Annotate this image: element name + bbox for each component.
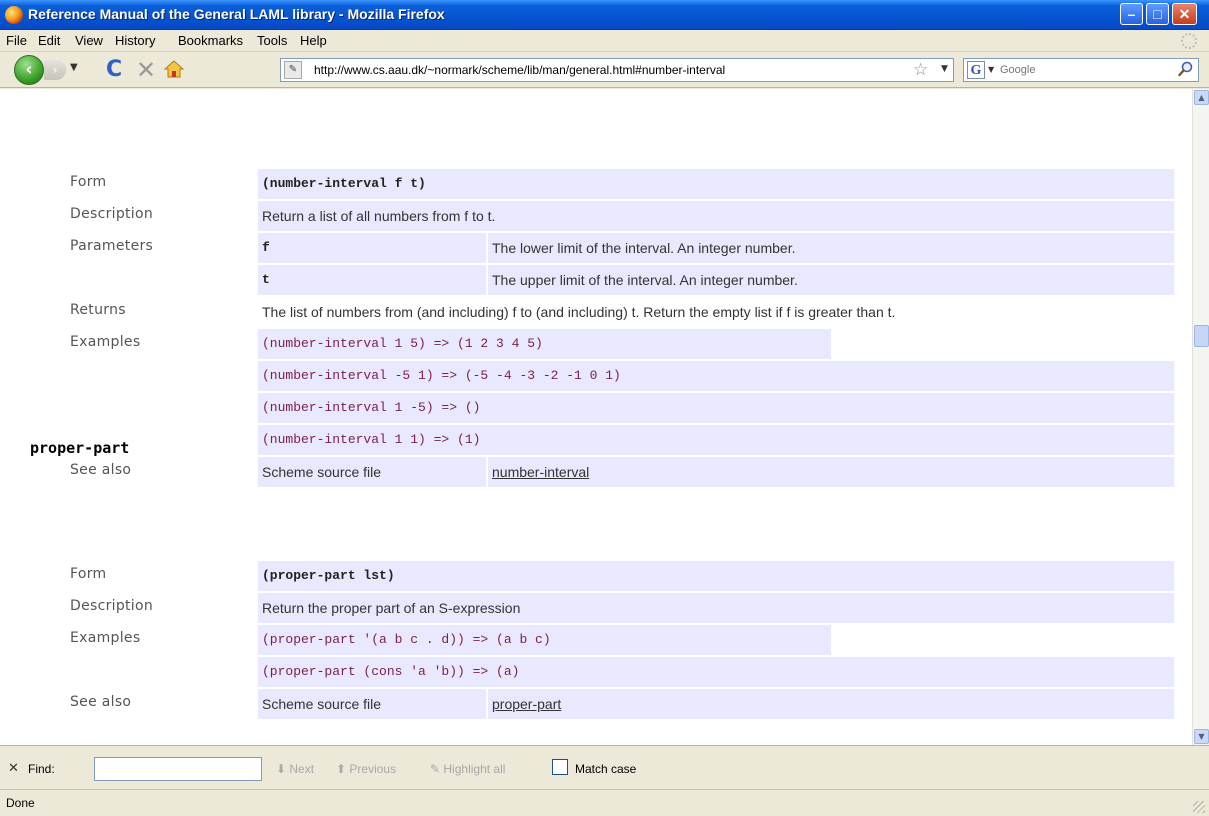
down-arrow-icon: ⬇ (276, 762, 290, 776)
example-cell: (number-interval 1 -5) => () (258, 393, 1174, 423)
back-arrow-icon: ‹ (25, 59, 33, 80)
scroll-down-icon[interactable]: ▼ (1194, 729, 1209, 744)
menu-edit[interactable]: Edit (38, 33, 60, 48)
menu-file[interactable]: File (6, 33, 27, 48)
menu-history[interactable]: History (115, 33, 155, 48)
search-bar[interactable]: G ▼ (963, 58, 1199, 82)
back-button[interactable]: ‹ (14, 55, 44, 85)
highlighter-icon: ✎ (430, 762, 444, 776)
minimize-button[interactable]: – (1120, 3, 1143, 25)
entry-title-proper-part: proper-part (30, 439, 130, 457)
label-returns: Returns (70, 302, 126, 318)
forward-arrow-icon: › (52, 63, 58, 77)
find-next-button[interactable]: ⬇ Next (276, 762, 314, 776)
maximize-button[interactable]: □ (1146, 3, 1169, 25)
example-cell: (number-interval 1 5) => (1 2 3 4 5) (258, 329, 831, 359)
highlight-all-label: Highlight all (443, 762, 506, 776)
navigation-toolbar: ‹ › ▼ C ✕ ✎ http://www.cs.aau.dk/~normar… (0, 52, 1209, 88)
window-title-bar[interactable]: Reference Manual of the General LAML lib… (0, 0, 1209, 30)
label-examples: Examples (70, 630, 141, 646)
window-title: Reference Manual of the General LAML lib… (28, 6, 445, 22)
see-also-link-cell: number-interval (488, 457, 1174, 487)
find-previous-label: Previous (349, 762, 397, 776)
menu-bar: File Edit View History Bookmarks Tools H… (0, 30, 1209, 52)
menu-tools[interactable]: Tools (257, 33, 287, 48)
page-content: number-interval Form (number-interval f … (0, 89, 1192, 745)
label-description: Description (70, 598, 154, 614)
param-name-cell: t (258, 265, 486, 295)
see-also-link-cell: proper-part (488, 689, 1174, 719)
close-window-button[interactable]: ✕ (1172, 3, 1197, 25)
find-label: Find: (28, 762, 55, 776)
find-previous-button[interactable]: ⬆ Previous (336, 762, 396, 776)
stop-icon[interactable]: ✕ (136, 56, 156, 84)
highlight-all-button[interactable]: ✎ Highlight all (430, 762, 505, 776)
param-desc-cell: The upper limit of the interval. An inte… (488, 265, 1174, 295)
menu-bookmarks[interactable]: Bookmarks (178, 33, 243, 48)
label-parameters: Parameters (70, 238, 154, 254)
label-examples: Examples (70, 334, 141, 350)
history-dropdown-icon[interactable]: ▼ (70, 62, 78, 73)
scroll-up-icon[interactable]: ▲ (1194, 90, 1209, 105)
form-cell: (proper-part lst) (258, 561, 1174, 591)
google-engine-icon[interactable]: G (967, 61, 985, 79)
resize-grip-icon[interactable] (1193, 801, 1205, 813)
engine-dropdown-icon[interactable]: ▼ (988, 65, 994, 74)
label-form: Form (70, 174, 107, 190)
param-desc-cell: The lower limit of the interval. An inte… (488, 233, 1174, 263)
example-cell: (proper-part (cons 'a 'b)) => (a) (258, 657, 1174, 687)
label-see-also: See also (70, 694, 132, 710)
find-input[interactable] (94, 757, 262, 781)
param-name-cell: f (258, 233, 486, 263)
status-bar: Done (0, 789, 1209, 816)
search-input[interactable] (1000, 62, 1160, 78)
label-description: Description (70, 206, 154, 222)
scroll-thumb[interactable] (1194, 325, 1209, 347)
form-cell: (number-interval f t) (258, 169, 1174, 199)
menu-view[interactable]: View (75, 33, 103, 48)
url-dropdown-icon[interactable]: ▼ (941, 64, 948, 74)
label-form: Form (70, 566, 107, 582)
find-bar: ✕ Find: ⬇ Next ⬆ Previous ✎ Highlight al… (0, 745, 1209, 789)
home-icon[interactable] (164, 60, 184, 78)
menu-help[interactable]: Help (300, 33, 327, 48)
bookmark-star-icon[interactable]: ☆ (913, 60, 928, 80)
example-cell: (proper-part '(a b c . d)) => (a b c) (258, 625, 831, 655)
find-next-label: Next (289, 762, 315, 776)
site-identity-icon[interactable]: ✎ (284, 61, 302, 79)
label-see-also: See also (70, 462, 132, 478)
vertical-scrollbar[interactable]: ▲ ▼ (1192, 89, 1209, 745)
url-bar[interactable]: ✎ http://www.cs.aau.dk/~normark/scheme/l… (280, 58, 954, 82)
see-also-kind-cell: Scheme source file (258, 457, 486, 487)
see-also-kind-cell: Scheme source file (258, 689, 486, 719)
forward-button[interactable]: › (44, 60, 66, 80)
status-text: Done (6, 796, 35, 810)
example-cell: (number-interval 1 1) => (1) (258, 425, 1174, 455)
reload-icon[interactable]: C (106, 57, 122, 82)
match-case-label[interactable]: Match case (575, 762, 636, 776)
up-arrow-icon: ⬆ (336, 762, 350, 776)
url-text[interactable]: http://www.cs.aau.dk/~normark/scheme/lib… (314, 63, 725, 77)
example-cell: (number-interval -5 1) => (-5 -4 -3 -2 -… (258, 361, 1174, 391)
match-case-checkbox[interactable] (552, 759, 568, 775)
description-cell: Return the proper part of an S-expressio… (258, 593, 1174, 623)
description-cell: Return a list of all numbers from f to t… (258, 201, 1174, 231)
search-icon[interactable] (1178, 61, 1194, 77)
throbber-icon (1181, 33, 1197, 49)
source-link-proper-part[interactable]: proper-part (492, 696, 561, 712)
close-findbar-icon[interactable]: ✕ (8, 761, 19, 776)
firefox-icon (5, 6, 23, 24)
returns-cell: The list of numbers from (and including)… (258, 297, 1174, 327)
source-link-number-interval[interactable]: number-interval (492, 464, 589, 480)
